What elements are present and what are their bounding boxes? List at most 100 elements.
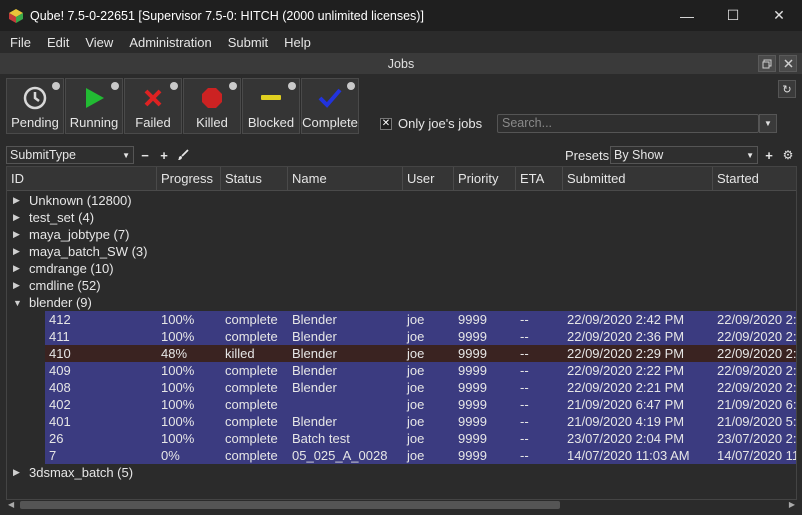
cell-submitted: 22/09/2020 2:36 PM <box>563 328 713 345</box>
cell-name: 05_025_A_0028 <box>288 447 403 464</box>
complete-filter-button[interactable]: Complete <box>301 78 359 134</box>
search-input[interactable]: Search... <box>497 114 759 133</box>
expand-arrow-icon[interactable]: ▶ <box>13 263 29 274</box>
submit-type-select[interactable]: SubmitType ▼ <box>6 146 134 164</box>
close-button[interactable]: ✕ <box>756 0 802 31</box>
group-label: maya_batch_SW (3) <box>29 244 148 259</box>
expand-arrow-icon[interactable]: ▶ <box>13 246 29 257</box>
cell-status: complete <box>221 413 288 430</box>
menu-view[interactable]: View <box>77 35 121 50</box>
preset-settings-button[interactable]: ⚙ <box>780 146 796 164</box>
scroll-right-icon[interactable]: ▶ <box>789 500 795 509</box>
expand-arrow-icon[interactable]: ▶ <box>13 467 29 478</box>
column-header-priority[interactable]: Priority <box>454 167 516 191</box>
group-label: cmdline (52) <box>29 278 101 293</box>
killed-filter-button[interactable]: Killed <box>183 78 241 134</box>
cell-started: 23/07/2020 2:0 <box>713 430 796 447</box>
maximize-button[interactable]: ☐ <box>710 0 756 31</box>
pending-filter-button[interactable]: Pending <box>6 78 64 134</box>
cell-started: 21/09/2020 6:4 <box>713 396 796 413</box>
indicator-dot <box>52 82 60 90</box>
group-row-test-set[interactable]: ▶ test_set (4) <box>7 209 796 226</box>
scroll-left-icon[interactable]: ◀ <box>8 500 14 509</box>
cell-submitted: 22/09/2020 2:42 PM <box>563 311 713 328</box>
title-bar: Qube! 7.5-0-22651 [Supervisor 7.5-0: HIT… <box>0 0 802 31</box>
gear-icon: ⚙ <box>782 148 794 162</box>
column-header-name[interactable]: Name <box>288 167 403 191</box>
group-row-cmdrange[interactable]: ▶ cmdrange (10) <box>7 260 796 277</box>
cell-status: complete <box>221 362 288 379</box>
running-label: Running <box>69 115 119 130</box>
menu-administration[interactable]: Administration <box>121 35 219 50</box>
cell-submitted: 21/09/2020 4:19 PM <box>563 413 713 430</box>
cell-progress: 100% <box>157 430 221 447</box>
menu-help[interactable]: Help <box>276 35 319 50</box>
column-header-status[interactable]: Status <box>221 167 288 191</box>
table-row[interactable]: 411 100% complete Blender joe 9999 -- 22/09/202… <box>7 328 796 345</box>
minimize-button[interactable]: — <box>664 0 710 31</box>
table-row[interactable]: 409 100% complete Blender joe 9999 -- 22/09/202… <box>7 362 796 379</box>
refresh-button[interactable]: ↻ <box>778 80 796 98</box>
plus-icon: + <box>160 147 168 163</box>
expand-arrow-icon[interactable]: ▶ <box>13 229 29 240</box>
group-row-unknown[interactable]: ▶ Unknown (12800) <box>7 192 796 209</box>
minus-icon <box>258 85 284 111</box>
row-indent <box>7 328 45 345</box>
group-row-cmdline[interactable]: ▶ cmdline (52) <box>7 277 796 294</box>
column-header-progress[interactable]: Progress <box>157 167 221 191</box>
table-row[interactable]: 410 48% killed Blender joe 9999 -- 22/09/2020 2… <box>7 345 796 362</box>
cell-id: 408 <box>45 379 157 396</box>
collapse-arrow-icon[interactable]: ▼ <box>13 298 29 308</box>
dock-close-button[interactable] <box>779 55 797 72</box>
horizontal-scrollbar[interactable]: ◀ ▶ <box>6 500 797 510</box>
menu-file[interactable]: File <box>2 35 39 50</box>
remove-filter-button[interactable]: − <box>137 146 153 164</box>
cell-name: Blender <box>288 345 403 362</box>
cell-name: Blender <box>288 413 403 430</box>
table-row[interactable]: 408 100% complete Blender joe 9999 -- 22/09/202… <box>7 379 796 396</box>
search-dropdown-button[interactable]: ▼ <box>759 114 777 133</box>
only-my-jobs-checkbox[interactable]: ✕ <box>380 117 392 130</box>
dock-float-button[interactable] <box>758 55 776 72</box>
group-row-maya-jobtype[interactable]: ▶ maya_jobtype (7) <box>7 226 796 243</box>
group-row-maya-batch-sw[interactable]: ▶ maya_batch_SW (3) <box>7 243 796 260</box>
table-row[interactable]: 401 100% complete Blender joe 9999 -- 21/09/202… <box>7 413 796 430</box>
failed-filter-button[interactable]: Failed <box>124 78 182 134</box>
add-preset-button[interactable]: + <box>761 146 777 164</box>
cell-id: 7 <box>45 447 157 464</box>
table-row[interactable]: 402 100% complete joe 9999 -- 21/09/2020 6:47 … <box>7 396 796 413</box>
column-header-id[interactable]: ID <box>7 167 157 191</box>
jobs-dock-title: Jobs <box>0 53 802 74</box>
table-body: ▶ Unknown (12800) ▶ test_set (4) ▶ maya_job… <box>7 192 796 481</box>
expand-arrow-icon[interactable]: ▶ <box>13 195 29 206</box>
running-filter-button[interactable]: Running <box>65 78 123 134</box>
brush-icon <box>178 149 189 160</box>
column-header-user[interactable]: User <box>403 167 454 191</box>
cell-user: joe <box>403 379 454 396</box>
column-header-eta[interactable]: ETA <box>516 167 563 191</box>
group-row-blender[interactable]: ▼ blender (9) <box>7 294 796 311</box>
only-my-jobs-toggle[interactable]: ✕ Only joe's jobs <box>380 116 482 131</box>
group-row-3dsmax-batch[interactable]: ▶ 3dsmax_batch (5) <box>7 464 796 481</box>
scrollbar-thumb[interactable] <box>20 501 560 509</box>
add-filter-button[interactable]: + <box>156 146 172 164</box>
blocked-filter-button[interactable]: Blocked <box>242 78 300 134</box>
cell-id: 410 <box>45 345 157 362</box>
presets-select[interactable]: By Show ▼ <box>610 146 758 164</box>
clear-filter-button[interactable] <box>175 146 191 164</box>
column-header-submitted[interactable]: Submitted <box>563 167 713 191</box>
expand-arrow-icon[interactable]: ▶ <box>13 280 29 291</box>
table-row[interactable]: 7 0% complete 05_025_A_0028 joe 9999 -- 14/07/2… <box>7 447 796 464</box>
table-row[interactable]: 26 100% complete Batch test joe 9999 -- 23/07/2… <box>7 430 796 447</box>
menu-edit[interactable]: Edit <box>39 35 77 50</box>
cell-submitted: 22/09/2020 2:21 PM <box>563 379 713 396</box>
pending-label: Pending <box>11 115 59 130</box>
indicator-dot <box>111 82 119 90</box>
column-header-started[interactable]: Started <box>713 167 796 191</box>
table-row[interactable]: 412 100% complete Blender joe 9999 -- 22/09/202… <box>7 311 796 328</box>
expand-arrow-icon[interactable]: ▶ <box>13 212 29 223</box>
cell-user: joe <box>403 311 454 328</box>
menu-submit[interactable]: Submit <box>220 35 276 50</box>
cell-id: 411 <box>45 328 157 345</box>
cell-started: 14/07/2020 11 <box>713 447 796 464</box>
